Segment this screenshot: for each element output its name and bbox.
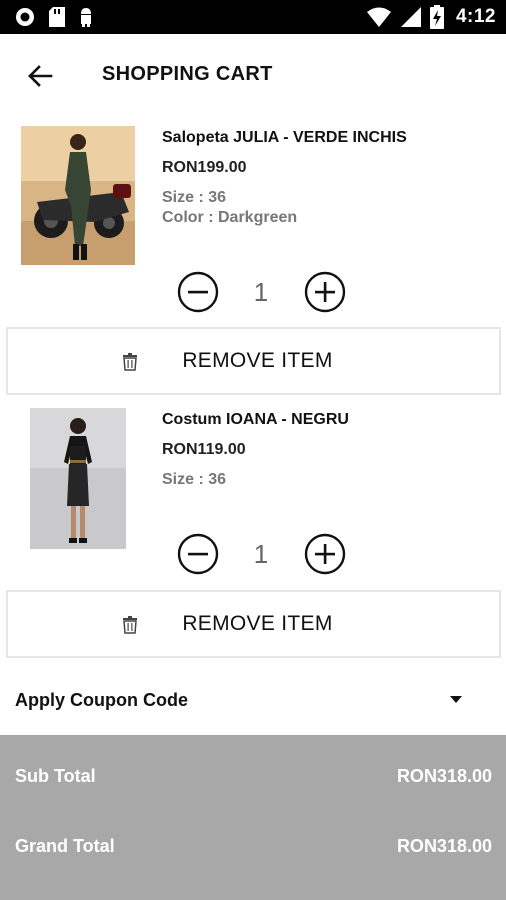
quantity-stepper: 1 — [176, 533, 348, 577]
status-left-icons — [14, 0, 94, 34]
minus-circle-icon — [177, 533, 219, 575]
product-price: RON119.00 — [162, 441, 246, 458]
coupon-dropdown[interactable]: Apply Coupon Code — [0, 670, 506, 732]
remove-item-label: REMOVE ITEM — [182, 349, 333, 372]
battery-charging-icon — [429, 5, 444, 29]
plus-circle-icon — [304, 271, 346, 313]
product-size: Size : 36 — [162, 471, 227, 488]
increase-quantity-button[interactable] — [304, 533, 346, 575]
coupon-label: Apply Coupon Code — [15, 690, 188, 710]
sub-total-value: RON318.00 — [396, 766, 492, 786]
product-name[interactable]: Costum IOANA - NEGRU — [162, 411, 349, 429]
cell-signal-icon — [400, 7, 421, 27]
sub-total-label: Sub Total — [15, 766, 96, 786]
app-bar: SHOPPING CART — [0, 34, 506, 118]
cart-item: Salopeta JULIA - VERDE INCHIS RON199.00 … — [0, 118, 506, 398]
remove-item-button[interactable]: REMOVE ITEM — [6, 327, 501, 395]
status-bar: 4:12 — [0, 0, 506, 34]
sub-total-row: Sub Total RON318.00 — [0, 758, 506, 798]
grand-total-label: Grand Total — [15, 836, 115, 856]
plus-circle-icon — [304, 533, 346, 575]
remove-item-button[interactable]: REMOVE ITEM — [6, 590, 501, 658]
remove-item-label: REMOVE ITEM — [182, 612, 333, 635]
product-image[interactable] — [21, 126, 135, 265]
status-time: 4:12 — [455, 6, 496, 27]
cart-item: Costum IOANA - NEGRU RON119.00 Size : 36… — [0, 400, 506, 662]
product-name[interactable]: Salopeta JULIA - VERDE INCHIS — [162, 129, 407, 147]
caret-down-icon — [450, 696, 462, 703]
decrease-quantity-button[interactable] — [177, 271, 219, 313]
back-arrow-icon — [28, 65, 53, 87]
android-icon — [81, 8, 91, 27]
quantity-stepper: 1 — [176, 271, 348, 315]
grand-total-row: Grand Total RON318.00 — [0, 828, 506, 868]
product-image[interactable] — [30, 408, 126, 549]
back-button[interactable] — [22, 58, 58, 94]
status-right-icons: 4:12 — [366, 0, 496, 34]
wifi-icon — [366, 7, 391, 27]
quantity-value: 1 — [253, 539, 269, 569]
increase-quantity-button[interactable] — [304, 271, 346, 313]
product-size: Size : 36 — [162, 189, 227, 206]
product-color: Color : Darkgreen — [162, 209, 298, 226]
minus-circle-icon — [177, 271, 219, 313]
page-title: SHOPPING CART — [102, 63, 273, 85]
product-price: RON199.00 — [162, 159, 247, 176]
grand-total-value: RON318.00 — [396, 836, 492, 856]
quantity-value: 1 — [253, 277, 269, 307]
totals-panel: Sub Total RON318.00 Grand Total RON318.0… — [0, 735, 506, 900]
sd-card-icon — [49, 7, 65, 27]
decrease-quantity-button[interactable] — [177, 533, 219, 575]
notification-ring-icon — [16, 8, 34, 26]
